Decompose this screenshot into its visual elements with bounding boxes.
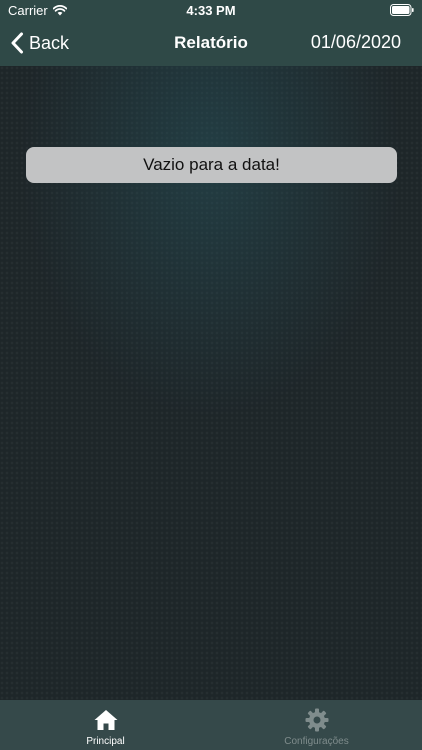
- tab-configuracoes-label: Configurações: [284, 736, 349, 747]
- tab-configuracoes[interactable]: Configurações: [211, 700, 422, 750]
- app-screen: Carrier 4:33 PM Back Relatório 01/06/202…: [0, 0, 422, 750]
- status-time: 4:33 PM: [186, 3, 236, 18]
- empty-state-message: Vazio para a data!: [26, 147, 397, 183]
- report-date[interactable]: 01/06/2020: [311, 32, 401, 53]
- report-content: Vazio para a data!: [0, 66, 422, 700]
- battery-icon: [390, 4, 414, 16]
- gear-icon: [305, 708, 328, 732]
- status-bar: Carrier 4:33 PM: [0, 0, 422, 20]
- tab-principal[interactable]: Principal: [0, 700, 211, 750]
- navigation-bar: Back Relatório 01/06/2020: [0, 20, 422, 66]
- home-icon: [94, 710, 117, 730]
- tab-principal-label: Principal: [86, 736, 125, 747]
- tab-bar: Principal Configurações: [0, 700, 422, 750]
